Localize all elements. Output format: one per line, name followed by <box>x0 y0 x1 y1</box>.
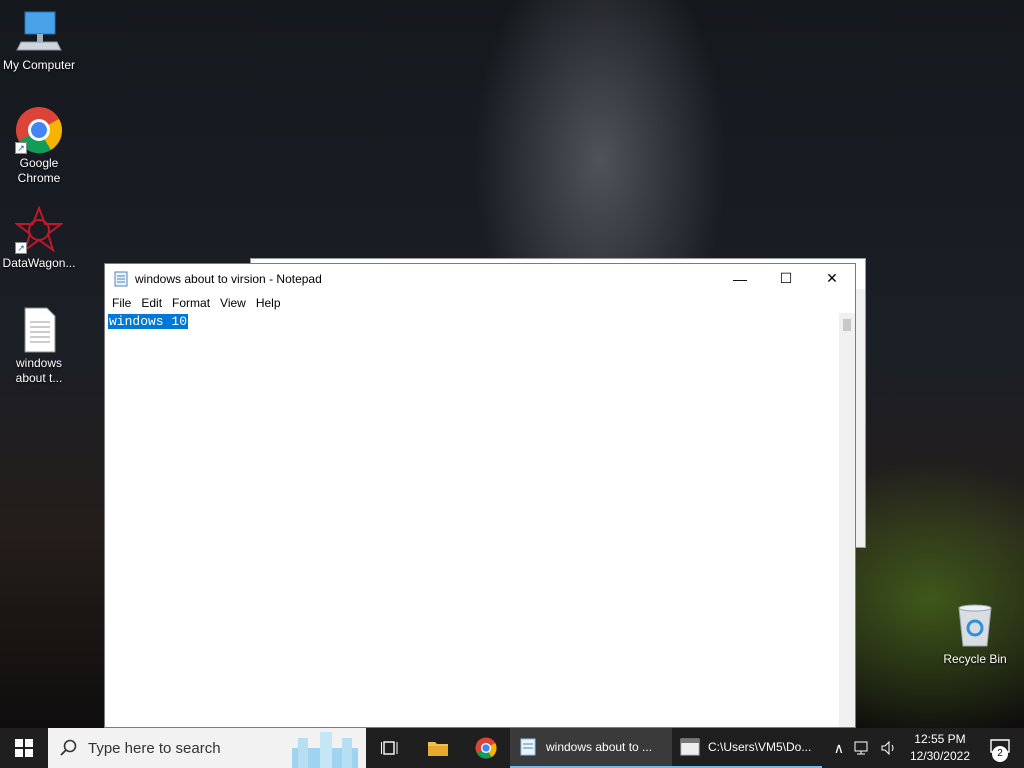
text-editor[interactable]: windows 10 <box>105 313 839 727</box>
window-title: windows about to virsion - Notepad <box>135 271 322 286</box>
network-icon[interactable] <box>854 740 872 756</box>
show-hidden-icons-icon[interactable]: ∧ <box>828 740 850 757</box>
desktop-icon-label: Recycle Bin <box>943 652 1007 666</box>
close-icon: ✕ <box>826 270 838 286</box>
notification-count-badge: 2 <box>992 746 1008 762</box>
recycle-bin-icon <box>951 602 999 650</box>
menu-edit[interactable]: Edit <box>136 296 167 310</box>
menu-view[interactable]: View <box>215 296 251 310</box>
volume-icon[interactable] <box>880 740 898 756</box>
clock[interactable]: 12:55 PM 12/30/2022 <box>902 731 978 765</box>
start-button[interactable] <box>0 728 48 768</box>
maximize-button[interactable]: ☐ <box>763 264 809 293</box>
clock-time: 12:55 PM <box>914 732 966 746</box>
minimize-icon: — <box>733 270 747 287</box>
taskbar-app-label: windows about to ... <box>546 740 653 754</box>
clock-date: 12/30/2022 <box>909 749 970 763</box>
scrollbar-thumb[interactable] <box>843 319 851 331</box>
taskbar-app-label: C:\Users\VM5\Do... <box>708 740 812 754</box>
desktop-icon-text-file[interactable]: windows about t... <box>1 306 77 386</box>
desktop-icon-my-computer[interactable]: My Computer <box>1 8 77 73</box>
chrome-icon: ↗ <box>15 106 63 154</box>
computer-icon <box>15 8 63 56</box>
minimize-button[interactable]: — <box>717 264 763 293</box>
maximize-icon: ☐ <box>779 270 793 286</box>
datawagon-icon: ↗ <box>14 205 64 254</box>
taskbar: Type here to search windows about to ...… <box>0 728 1024 768</box>
menu-bar: File Edit Format View Help <box>105 293 855 313</box>
window-icon <box>680 738 700 756</box>
taskbar-app-explorer-window[interactable]: C:\Users\VM5\Do... <box>672 728 822 768</box>
notepad-app-icon <box>114 271 128 286</box>
shortcut-arrow-icon: ↗ <box>15 242 27 254</box>
task-view-icon <box>381 741 398 755</box>
shortcut-arrow-icon: ↗ <box>15 142 27 154</box>
chrome-taskbar-button[interactable] <box>462 728 510 768</box>
taskbar-search-box[interactable]: Type here to search <box>48 728 366 768</box>
action-center-button[interactable]: 2 <box>978 728 1024 768</box>
title-bar[interactable]: windows about to virsion - Notepad — ☐ ✕ <box>105 264 855 293</box>
menu-file[interactable]: File <box>107 296 136 310</box>
menu-help[interactable]: Help <box>251 296 286 310</box>
system-tray: ∧ 12:55 PM 12/30/2022 2 <box>828 728 1024 768</box>
task-view-button[interactable] <box>366 728 414 768</box>
folder-icon <box>428 742 448 756</box>
vertical-scrollbar[interactable] <box>839 313 855 727</box>
taskbar-app-notepad[interactable]: windows about to ... <box>510 728 672 768</box>
file-explorer-button[interactable] <box>414 728 462 768</box>
desktop-icon-datawagon[interactable]: ↗ DataWagon... <box>1 205 77 271</box>
text-file-icon <box>15 306 63 354</box>
menu-format[interactable]: Format <box>167 296 215 310</box>
desktop-icon-recycle-bin[interactable]: Recycle Bin <box>937 602 1013 667</box>
close-button[interactable]: ✕ <box>809 264 855 293</box>
desktop-icon-label: windows about t... <box>15 356 63 385</box>
selected-text[interactable]: windows 10 <box>108 314 189 329</box>
search-placeholder: Type here to search <box>88 739 221 757</box>
desktop-icon-google-chrome[interactable]: ↗ Google Chrome <box>1 106 77 186</box>
chrome-icon <box>475 737 497 759</box>
windows-logo-icon <box>15 739 33 757</box>
notepad-icon <box>520 738 536 756</box>
search-highlight-castle-icon <box>292 732 358 768</box>
search-icon <box>60 739 77 756</box>
desktop-icon-label: Google Chrome <box>17 156 61 185</box>
desktop-icon-label: DataWagon... <box>2 256 76 270</box>
desktop-icon-label: My Computer <box>2 58 76 72</box>
notepad-window[interactable]: windows about to virsion - Notepad — ☐ ✕… <box>104 263 856 728</box>
